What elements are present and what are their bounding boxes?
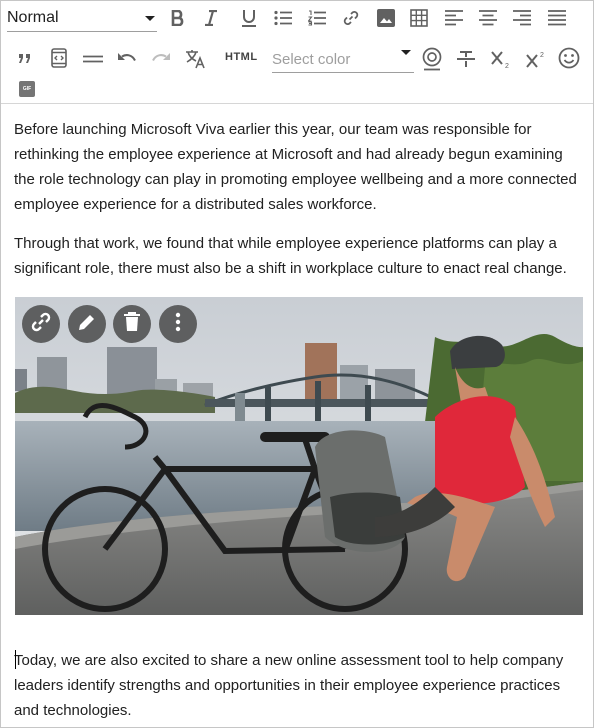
bold-icon[interactable] [167,7,189,29]
underline-icon[interactable] [238,7,260,29]
link-icon [30,311,52,338]
more-vertical-icon [175,312,181,337]
strikethrough-icon[interactable] [455,48,477,70]
edit-icon [77,312,97,337]
html-button[interactable]: HTML [225,51,258,63]
translate-icon[interactable] [184,47,208,71]
paragraph-1: Before launching Microsoft Viva earlier … [14,121,577,213]
align-left-icon[interactable] [443,7,465,29]
image-more-button[interactable] [159,305,197,343]
emoji-icon[interactable] [557,46,581,70]
superscript-icon[interactable]: 2 [525,47,549,71]
align-justify-icon[interactable] [546,7,568,29]
paragraph-3: Today, we are also excited to share a ne… [14,652,564,719]
image-icon[interactable] [375,7,397,29]
horizontal-rule-icon[interactable] [82,48,104,70]
numbered-list-icon[interactable] [306,7,328,29]
paragraph-2: Through that work, we found that while e… [14,235,567,277]
delete-icon [123,311,141,337]
undo-icon[interactable] [116,48,138,70]
inserted-image[interactable] [15,297,583,615]
chevron-down-icon [145,15,155,21]
italic-icon[interactable] [200,7,222,29]
image-delete-button[interactable] [113,305,151,343]
bulleted-list-icon[interactable] [272,7,294,29]
color-select[interactable]: Select color [272,46,414,73]
color-select-placeholder: Select color [272,50,351,68]
editor-toolbar: Normal HTML Select color 2 2 GIF [1,1,593,104]
paragraph-format-select[interactable]: Normal [7,5,157,32]
svg-text:2: 2 [540,52,544,59]
image-link-button[interactable] [22,305,60,343]
chevron-down-icon [401,50,411,55]
subscript-icon[interactable]: 2 [490,47,514,71]
link-icon[interactable] [340,7,362,29]
gif-button[interactable]: GIF [19,81,35,97]
align-right-icon[interactable] [511,7,533,29]
rich-text-editor: Normal HTML Select color 2 2 GIF Before … [0,0,594,728]
blockquote-icon[interactable] [14,48,36,70]
svg-text:2: 2 [505,63,509,69]
align-center-icon[interactable] [477,7,499,29]
table-icon[interactable] [408,7,430,29]
emoticon-mention-icon[interactable] [420,46,444,72]
text-caret [15,650,16,669]
paragraph-format-value: Normal [7,9,59,26]
code-view-icon[interactable] [48,47,70,69]
redo-icon[interactable] [150,48,172,70]
image-edit-button[interactable] [68,305,106,343]
